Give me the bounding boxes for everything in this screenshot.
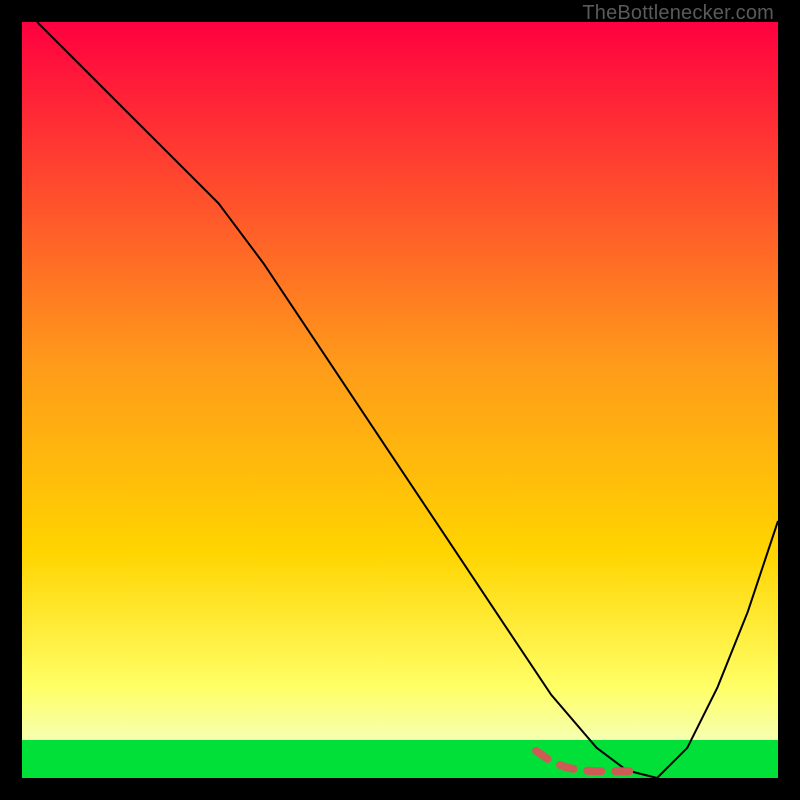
chart-frame bbox=[22, 22, 778, 778]
chart-svg bbox=[22, 22, 778, 778]
chart-background bbox=[22, 22, 778, 778]
